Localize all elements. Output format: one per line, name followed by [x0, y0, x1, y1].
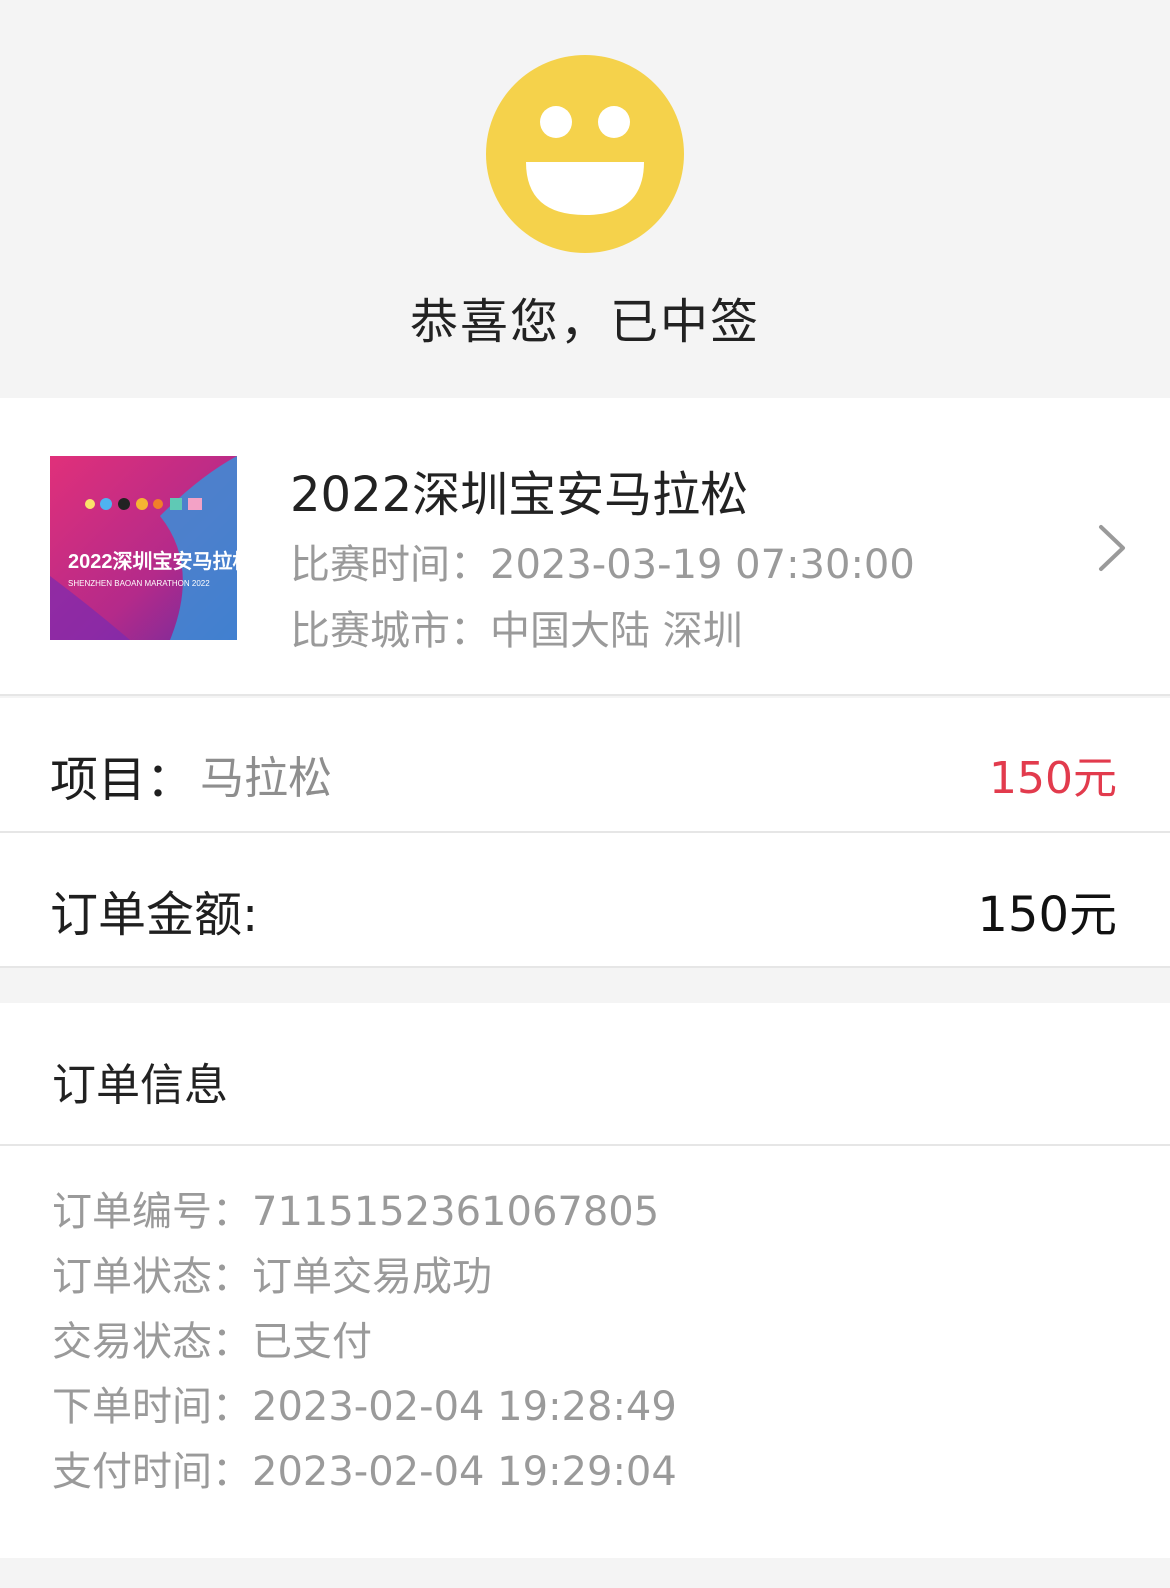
order-number: 订单编号：7115152361067805 — [52, 1179, 659, 1237]
thumb-title: 2022深圳宝安马拉松 — [68, 549, 237, 573]
order-info-body: 订单编号：7115152361067805 订单状态：订单交易成功 交易状态：已… — [0, 1146, 1170, 1558]
order-number-value: 7115152361067805 — [252, 1189, 660, 1235]
project-row: 项目： 马拉松 150元 — [0, 698, 1170, 833]
payment-status-value: 已支付 — [252, 1319, 372, 1365]
order-amount-row: 订单金额: 150元 — [0, 833, 1170, 968]
payment-time-value: 2023-02-04 19:29:04 — [252, 1449, 677, 1495]
project-label: 项目： — [50, 752, 195, 808]
event-time-label: 比赛时间： — [290, 542, 490, 588]
payment-status: 交易状态：已支付 — [52, 1309, 372, 1367]
event-city: 比赛城市：中国大陆 深圳 — [290, 598, 743, 656]
order-time-label: 下单时间： — [52, 1384, 252, 1430]
order-info-header: 订单信息 — [0, 1003, 1170, 1146]
event-time: 比赛时间：2023-03-19 07:30:00 — [290, 532, 915, 590]
order-status-value: 订单交易成功 — [252, 1254, 492, 1300]
order-status: 订单状态：订单交易成功 — [52, 1244, 492, 1302]
result-header: 恭喜您，已中签 — [0, 0, 1170, 398]
smiley-icon — [486, 55, 684, 253]
event-city-value: 中国大陆 深圳 — [490, 608, 743, 654]
order-status-label: 订单状态： — [52, 1254, 252, 1300]
payment-time: 支付时间：2023-02-04 19:29:04 — [52, 1439, 677, 1497]
payment-status-label: 交易状态： — [52, 1319, 252, 1365]
result-title: 恭喜您，已中签 — [409, 294, 760, 350]
project-price: 150元 — [989, 753, 1117, 804]
order-number-label: 订单编号： — [52, 1189, 252, 1235]
event-title: 2022深圳宝安马拉松 — [290, 467, 749, 523]
order-amount-value: 150元 — [977, 887, 1117, 943]
project-name: 马拉松 — [200, 753, 332, 804]
payment-time-label: 支付时间： — [52, 1449, 252, 1495]
order-time-value: 2023-02-04 19:28:49 — [252, 1384, 677, 1430]
thumb-subtitle: SHENZHEN BAOAN MARATHON 2022 — [68, 579, 210, 588]
event-thumbnail: 2022深圳宝安马拉松 SHENZHEN BAOAN MARATHON 2022 — [50, 456, 237, 640]
chevron-right-icon[interactable] — [1095, 523, 1129, 573]
event-time-value: 2023-03-19 07:30:00 — [490, 542, 915, 588]
order-info-title: 订单信息 — [52, 1060, 228, 1111]
order-amount-label: 订单金额: — [50, 887, 259, 943]
event-city-label: 比赛城市： — [290, 608, 490, 654]
order-time: 下单时间：2023-02-04 19:28:49 — [52, 1374, 677, 1432]
